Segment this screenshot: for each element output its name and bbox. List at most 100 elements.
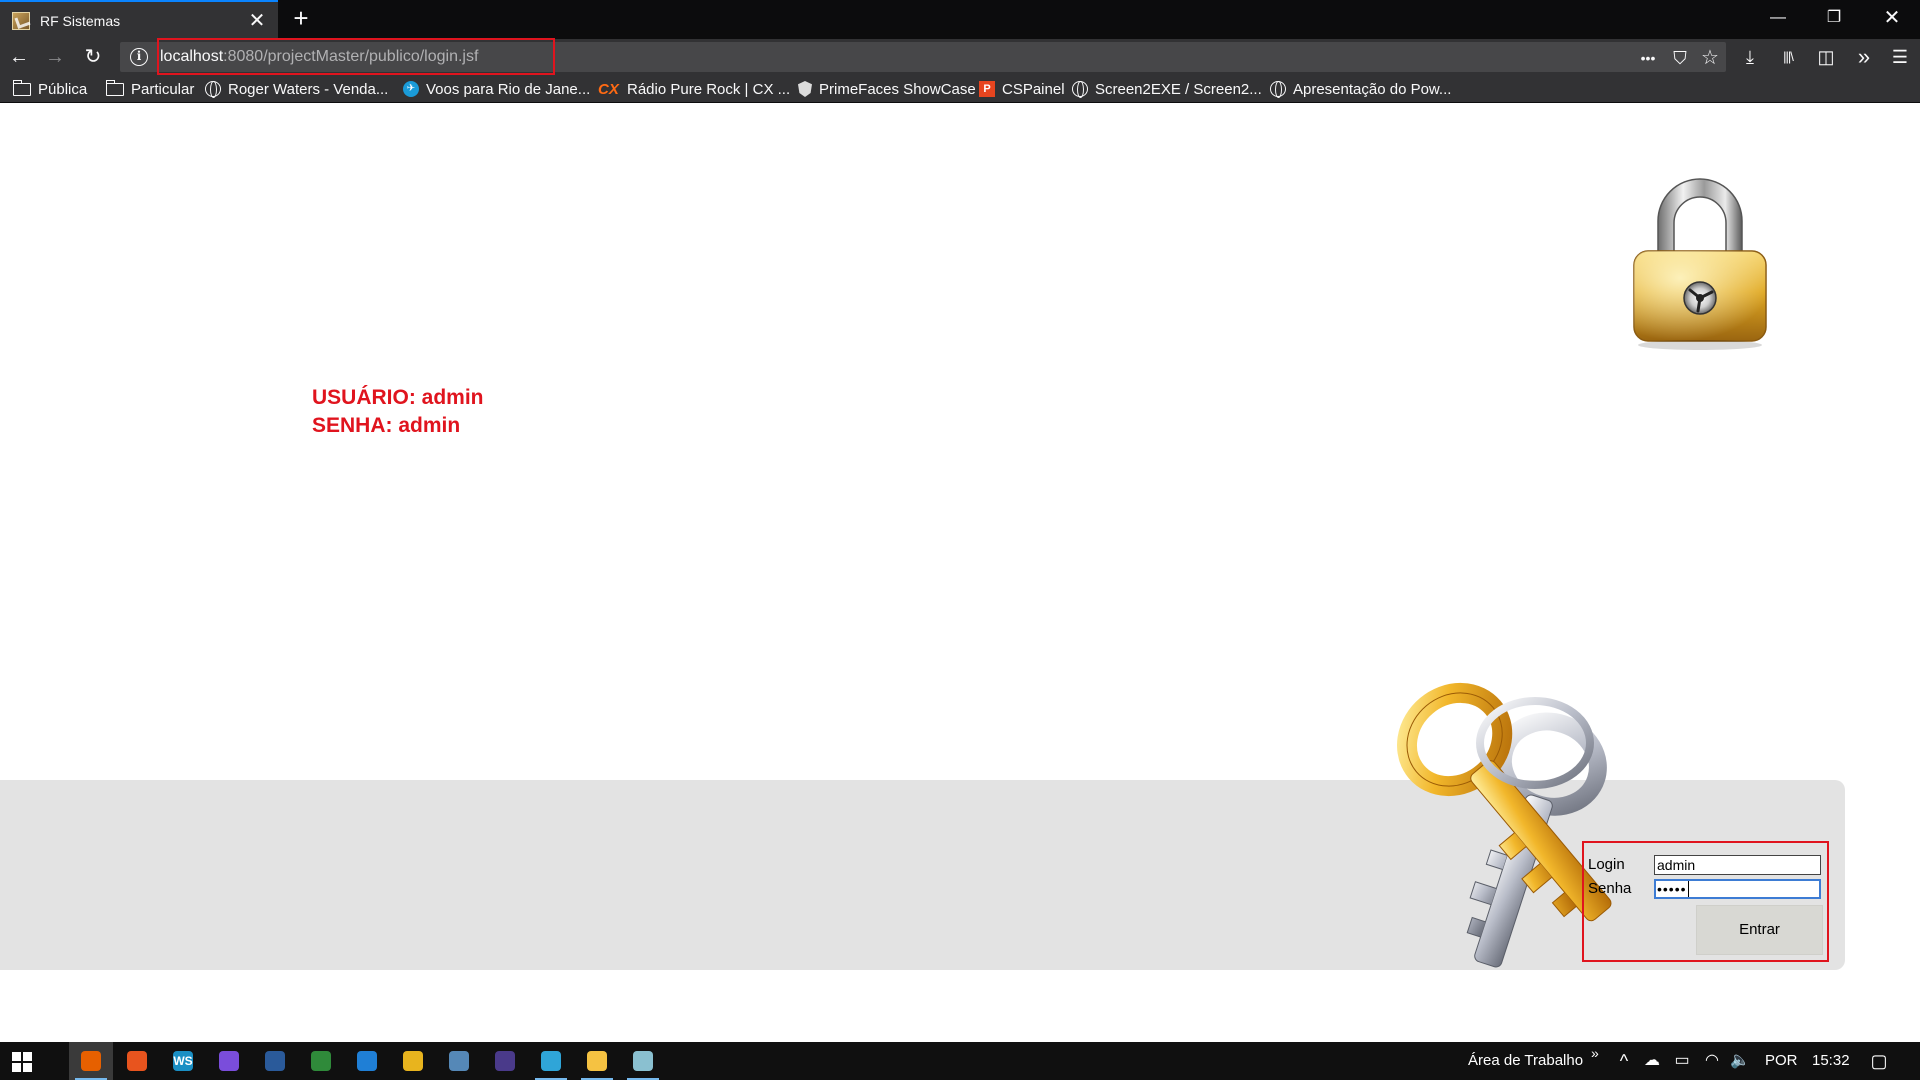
url-highlight-annotation xyxy=(157,38,555,75)
bookmark-label: PrimeFaces ShowCase xyxy=(819,80,976,98)
bookmark-cspainel[interactable]: P CSPainel xyxy=(979,79,1065,99)
bookmark-label: Rádio Pure Rock | CX ... xyxy=(627,80,791,98)
volume-icon[interactable]: 🔈 xyxy=(1729,1051,1751,1071)
battery-icon[interactable]: ▭ xyxy=(1671,1051,1693,1071)
taskbar-app-sql-tool[interactable] xyxy=(253,1042,297,1080)
page-actions-icon[interactable]: ••• xyxy=(1636,46,1660,70)
folder-icon xyxy=(13,79,31,96)
hamburger-menu-icon[interactable]: ☰ xyxy=(1886,43,1914,71)
bookmark-screen2exe[interactable]: Screen2EXE / Screen2... xyxy=(1072,79,1262,99)
bookmark-primefaces[interactable]: PrimeFaces ShowCase xyxy=(798,79,976,99)
password-label: Senha xyxy=(1588,880,1632,897)
back-button[interactable]: ← xyxy=(5,43,33,71)
window-restore-button[interactable]: ❐ xyxy=(1806,0,1862,36)
bookmark-voos[interactable]: ✈ Voos para Rio de Jane... xyxy=(403,79,590,99)
bookmark-label: Apresentação do Pow... xyxy=(1293,80,1452,98)
downloads-icon[interactable]: ⤓ xyxy=(1736,43,1764,71)
browser-tab[interactable]: RF Sistemas ✕ xyxy=(0,0,278,39)
password-input[interactable]: ••••• xyxy=(1654,879,1821,899)
bookmark-label: Screen2EXE / Screen2... xyxy=(1095,80,1262,98)
windows-taskbar: WS Área de Trabalho » ^ ☁ ▭ ◠ 🔈 POR 15:3… xyxy=(0,1042,1920,1080)
padlock-icon xyxy=(1633,178,1767,350)
sidebar-icon[interactable]: ◫ xyxy=(1812,43,1840,71)
taskbar-app-spreadsheet[interactable] xyxy=(299,1042,343,1080)
file-explorer-icon xyxy=(587,1051,607,1071)
wifi-icon[interactable]: ◠ xyxy=(1701,1051,1723,1071)
taskbar-app-postgres[interactable] xyxy=(437,1042,481,1080)
bookmark-particular[interactable]: Particular xyxy=(106,79,194,99)
login-page: USUÁRIO: admin SENHA: admin Login admin … xyxy=(0,103,1920,1042)
messenger-icon xyxy=(219,1051,239,1071)
login-label: Login xyxy=(1588,856,1625,873)
webstorm-icon: WS xyxy=(173,1051,193,1071)
plane-icon: ✈ xyxy=(403,81,419,97)
primefaces-icon xyxy=(798,81,812,97)
bookmark-roger-waters[interactable]: Roger Waters - Venda... xyxy=(205,79,388,99)
bookmark-label: Pública xyxy=(38,80,88,98)
desktop-toolbar-chevron[interactable]: » xyxy=(1591,1034,1599,1072)
site-info-icon[interactable]: i xyxy=(130,48,148,66)
bookmark-apresentacao[interactable]: Apresentação do Pow... xyxy=(1270,79,1451,99)
window-close-button[interactable]: ✕ xyxy=(1864,0,1920,36)
git-client-icon xyxy=(127,1051,147,1071)
action-center-icon[interactable]: ▢ xyxy=(1866,1051,1892,1071)
windows-logo-icon xyxy=(23,1052,32,1061)
tab-close-icon[interactable]: ✕ xyxy=(242,8,272,33)
text-cursor xyxy=(1687,881,1689,897)
taskbar-app-vscode[interactable] xyxy=(345,1042,389,1080)
reload-button[interactable]: ↻ xyxy=(79,43,107,71)
misc-app-icon xyxy=(633,1051,653,1071)
bookmark-publica[interactable]: Pública xyxy=(13,79,87,99)
library-icon[interactable]: |||\ xyxy=(1774,43,1802,71)
taskbar-app-misc-app[interactable] xyxy=(621,1042,665,1080)
forward-button[interactable]: → xyxy=(41,43,69,71)
taskbar-app-firefox[interactable] xyxy=(69,1042,113,1080)
globe-icon xyxy=(1270,81,1286,98)
bookmark-label: Roger Waters - Venda... xyxy=(228,80,389,98)
desktop-toolbar-label[interactable]: Área de Trabalho xyxy=(1468,1042,1583,1080)
bookmark-label: Particular xyxy=(131,80,195,98)
cspainel-icon: P xyxy=(979,81,995,97)
spreadsheet-icon xyxy=(311,1051,331,1071)
cx-icon: CX xyxy=(598,81,619,98)
taskbar-app-eclipse[interactable] xyxy=(483,1042,527,1080)
password-mask: ••••• xyxy=(1657,881,1687,897)
taskbar-app-webstorm[interactable]: WS xyxy=(161,1042,205,1080)
windows-logo-icon xyxy=(12,1052,21,1061)
taskbar-app-chrome[interactable] xyxy=(391,1042,435,1080)
pocket-icon[interactable]: ⛉ xyxy=(1668,46,1692,70)
new-tab-button[interactable]: + xyxy=(286,4,316,34)
sql-tool-icon xyxy=(265,1051,285,1071)
tab-title: RF Sistemas xyxy=(40,12,121,29)
tab-bar: RF Sistemas ✕ + — ❐ ✕ xyxy=(0,0,1920,39)
window-minimize-button[interactable]: — xyxy=(1750,0,1806,36)
folder-icon xyxy=(106,79,124,96)
taskbar-app-messenger[interactable] xyxy=(207,1042,251,1080)
bookmark-label: CSPainel xyxy=(1002,80,1065,98)
onedrive-cloud-icon[interactable]: ☁ xyxy=(1641,1051,1663,1071)
taskbar-app-git-client[interactable] xyxy=(115,1042,159,1080)
start-button[interactable] xyxy=(0,1042,44,1080)
entrar-button[interactable]: Entrar xyxy=(1696,905,1823,955)
windows-logo-icon xyxy=(23,1063,32,1072)
input-language[interactable]: POR xyxy=(1765,1042,1798,1080)
login-input[interactable]: admin xyxy=(1654,855,1821,875)
chrome-icon xyxy=(403,1051,423,1071)
bookmark-label: Voos para Rio de Jane... xyxy=(426,80,591,98)
globe-icon xyxy=(1072,81,1088,98)
credentials-password: SENHA: admin xyxy=(312,414,461,437)
postgres-icon xyxy=(449,1051,469,1071)
eclipse-icon xyxy=(495,1051,515,1071)
taskbar-app-file-explorer[interactable] xyxy=(575,1042,619,1080)
bookmarks-toolbar: Pública Particular Roger Waters - Venda.… xyxy=(0,75,1920,103)
clock[interactable]: 15:32 xyxy=(1812,1042,1850,1080)
overflow-menu-icon[interactable]: » xyxy=(1850,43,1878,71)
bookmark-star-icon[interactable]: ☆ xyxy=(1698,46,1722,70)
taskbar-app-sync-app[interactable] xyxy=(529,1042,573,1080)
credentials-hint: USUÁRIO: admin SENHA: admin xyxy=(312,384,484,440)
site-favicon-icon xyxy=(12,11,30,30)
bookmark-radio-pure-rock[interactable]: CX Rádio Pure Rock | CX ... xyxy=(598,79,790,99)
sync-app-icon xyxy=(541,1051,561,1071)
tray-expand-icon[interactable]: ^ xyxy=(1613,1051,1635,1071)
credentials-user: USUÁRIO: admin xyxy=(312,386,484,409)
